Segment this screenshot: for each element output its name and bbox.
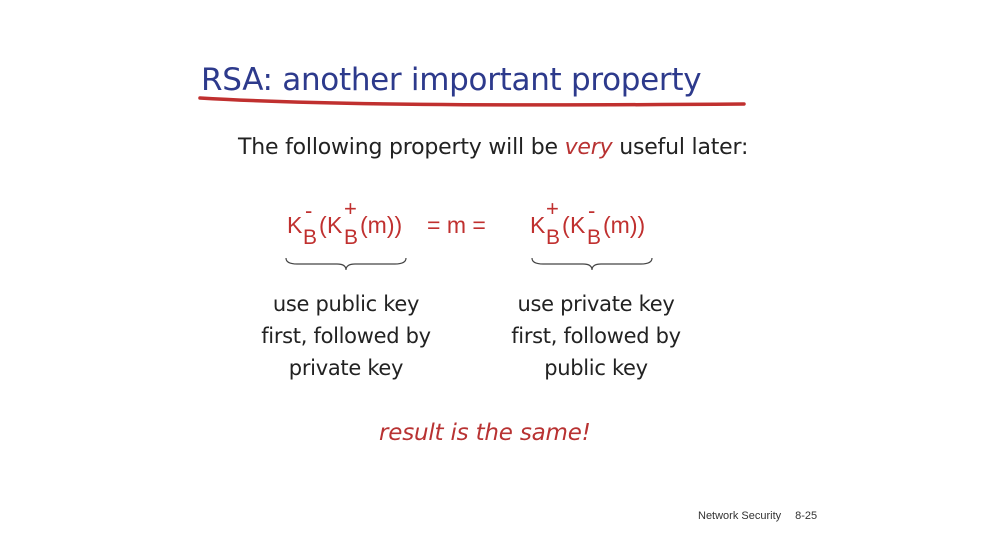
caption-right: use private key first, followed by publi…	[496, 288, 696, 384]
formula-left-sup-plus: +	[344, 196, 357, 221]
formula-left-k2: K	[327, 212, 343, 238]
formula-right-sup-minus: -	[588, 198, 596, 223]
formula-right-sup-plus: +	[546, 196, 559, 221]
formula-left-k1: K	[287, 212, 303, 238]
intro-after: useful later:	[612, 135, 749, 160]
intro-sentence: The following property will be very usef…	[238, 135, 748, 160]
title-underline	[198, 96, 746, 107]
caption-right-line-1: use private key	[517, 292, 675, 316]
intro-emphasis: very	[564, 135, 613, 160]
formula-left: K - B ( K + B (m))	[287, 196, 417, 262]
formula-right-mclose: (m))	[603, 212, 646, 238]
slide-footer: Network Security 8-25	[698, 510, 817, 522]
caption-left-line-3: private key	[288, 356, 404, 380]
footer-section: Network Security	[698, 510, 782, 522]
caption-right-line-3: public key	[544, 356, 648, 380]
formula-left-paren: (	[319, 212, 327, 238]
caption-right-line-2: first, followed by	[511, 324, 681, 348]
formula-right-sub-b1: B	[546, 226, 561, 249]
caption-left-line-2: first, followed by	[261, 324, 431, 348]
formula-left-sub-b2: B	[344, 226, 359, 249]
footer-page-number: 8-25	[795, 510, 818, 522]
brace-right	[531, 257, 653, 271]
formula-right-sub-b2: B	[587, 226, 602, 249]
formula-left-sup-minus: -	[305, 198, 313, 223]
formula-left-mclose: (m))	[360, 212, 403, 238]
formula-right-k2: K	[570, 212, 586, 238]
formula-left-sub-b1: B	[303, 226, 318, 249]
caption-left-line-1: use public key	[272, 292, 420, 316]
result-note: result is the same!	[379, 420, 591, 446]
formula-right-k1: K	[530, 212, 546, 238]
formula-right-paren: (	[562, 212, 570, 238]
slide: RSA: another important property The foll…	[0, 0, 990, 553]
brace-left	[285, 257, 407, 271]
formula-equals-m: = m =	[427, 212, 486, 238]
intro-before: The following property will be	[238, 135, 565, 160]
caption-left: use public key first, followed by privat…	[246, 288, 446, 384]
formula-right: K + B ( K - B (m))	[530, 196, 660, 262]
